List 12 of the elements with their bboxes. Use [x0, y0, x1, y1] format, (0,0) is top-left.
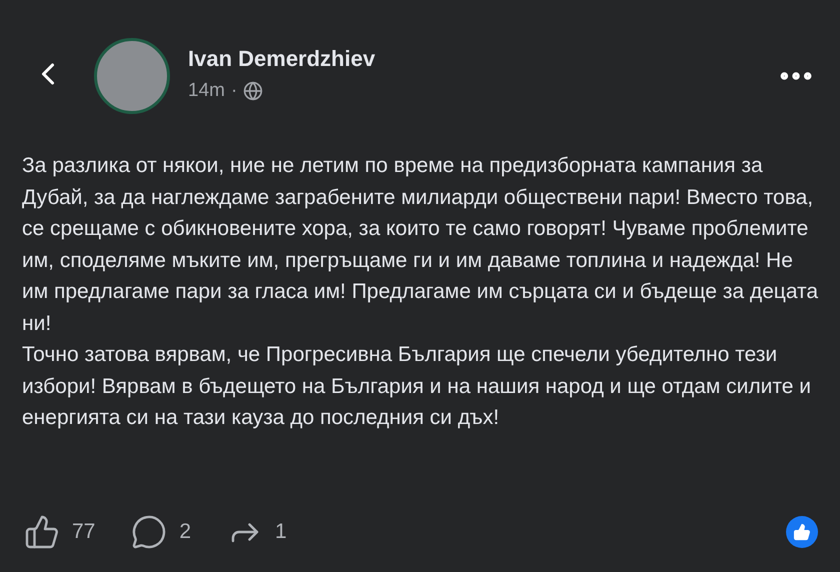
speech-bubble-icon [131, 514, 168, 550]
action-count: 77 [72, 519, 96, 546]
author-name[interactable]: Ivan Demerdzhiev [188, 42, 376, 75]
post-text: Точно затова вярвам, че Прогресивна България ще спечели убедително тези избори! Вярвам в бъдещето на България и на нашия народ и ще отдам силите и енергията си на тази кауза до последния си дъх! [22, 342, 812, 431]
like-reaction-icon [786, 516, 818, 548]
post-time: 14m [188, 79, 225, 103]
thumbs-up-icon [24, 514, 60, 550]
action-count: 2 [179, 519, 192, 546]
globe-icon [243, 81, 264, 102]
separator-dot: · [230, 79, 238, 103]
post-text: За разлика от някои, ние не летим по време на предизборната кампания за Дубай, за да наглеждаме заграбените милиарди обществени пари! Вместо това, се срещаме с обикновените хора, за които те само говорят! Чуваме проблемите им, споделяме мъките им, прегръщаме ги и им даваме топлина и надежда! Не им предлагаме пари за гласа им! Предлагаме им сърцата си и бъдеще за децата ни! [22, 153, 820, 336]
action-count: 1 [275, 519, 287, 546]
